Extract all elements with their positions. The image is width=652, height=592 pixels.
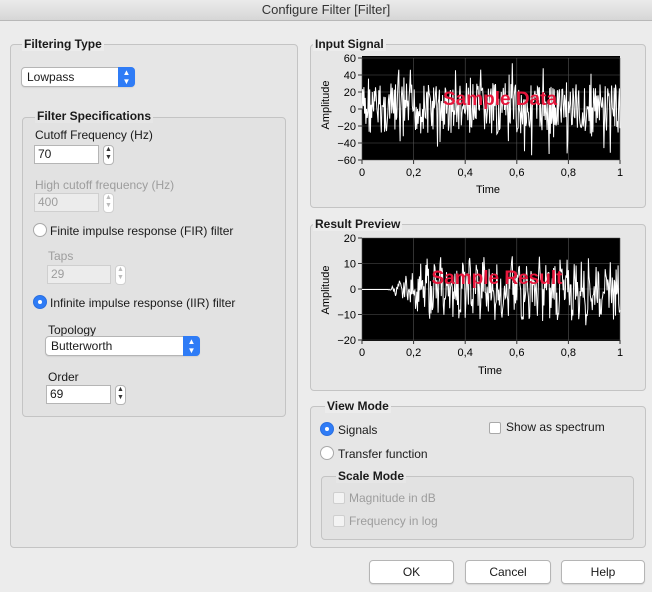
result-ytick-label: 0 [350,284,356,296]
input-xtick-label: 0,4 [458,167,473,179]
magnitude-db-checkbox[interactable] [333,492,345,504]
input-ytick-label: 40 [344,70,356,82]
result-xtick-label: 0,8 [561,347,576,359]
chevron-updown-icon: ▲ ▼ [118,67,135,87]
input-ylabel: Amplitude [320,81,332,130]
help-button[interactable]: Help [561,560,645,584]
input-ytick-label: −40 [337,138,356,150]
cancel-button[interactable]: Cancel [465,560,551,584]
topology-label: Topology [48,323,97,337]
spectrum-checkbox[interactable] [489,422,501,434]
input-signal-label: Input Signal [313,37,386,51]
window-title: Configure Filter [Filter] [0,0,652,21]
signals-label[interactable]: Signals [338,423,377,437]
chevron-updown-icon: ▲ ▼ [183,336,200,356]
result-xtick-label: 0,2 [406,347,421,359]
filter-specs-label: Filter Specifications [35,109,154,123]
result-overlay: Sample Result [432,268,564,289]
result-ytick-label: −10 [337,310,356,322]
order-stepper[interactable]: ▲ ▼ [115,385,126,405]
result-preview-label: Result Preview [313,217,403,231]
signals-radio[interactable] [320,422,334,436]
result-ytick-label: 10 [344,259,356,271]
filtering-type-select[interactable]: Lowpass ▲ ▼ [21,67,135,87]
input-ytick-label: 60 [344,53,356,65]
input-ytick-label: −20 [337,121,356,133]
input-xtick-label: 1 [617,167,623,179]
freq-log-checkbox[interactable] [333,515,345,527]
transfer-radio[interactable] [320,446,334,460]
high-cutoff-stepper[interactable]: ▲ ▼ [103,193,114,213]
scale-mode-label: Scale Mode [336,469,407,483]
input-ytick-label: 0 [350,104,356,116]
transfer-label[interactable]: Transfer function [338,447,428,461]
iir-label[interactable]: Infinite impulse response (IIR) filter [50,296,235,310]
freq-log-label[interactable]: Frequency in log [349,514,438,528]
result-ytick-label: −20 [337,335,356,347]
input-xtick-label: 0,2 [406,167,421,179]
result-preview-chart: 20 10 0 −10 −20 0 0,2 0,4 0,6 0,8 1 Amplitude Tim… [320,233,623,377]
result-xtick-label: 0 [359,347,365,359]
input-overlay: Sample Data [443,89,557,110]
ok-button[interactable]: OK [369,560,454,584]
fir-radio[interactable] [33,223,47,237]
spectrum-label[interactable]: Show as spectrum [506,420,605,434]
order-field[interactable]: 69 [46,385,111,404]
cutoff-stepper[interactable]: ▲ ▼ [103,145,114,165]
filtering-type-value: Lowpass [27,70,75,84]
view-mode-label: View Mode [325,399,391,413]
magnitude-db-label[interactable]: Magnitude in dB [349,491,436,505]
result-xtick-label: 0,6 [509,347,524,359]
fir-label[interactable]: Finite impulse response (FIR) filter [50,224,233,238]
high-cutoff-label: High cutoff frequency (Hz) [35,178,175,192]
taps-label: Taps [48,249,74,263]
input-xtick-label: 0 [359,167,365,179]
taps-field[interactable]: 29 [47,265,111,284]
filtering-type-label: Filtering Type [22,37,104,51]
result-xtick-label: 0,4 [458,347,473,359]
taps-stepper[interactable]: ▲ ▼ [115,265,126,285]
topology-value: Butterworth [51,339,113,353]
topology-select[interactable]: Butterworth ▲ ▼ [45,336,200,356]
cutoff-label: Cutoff Frequency (Hz) [35,128,153,142]
high-cutoff-field[interactable]: 400 [34,193,99,212]
order-label: Order [48,370,79,384]
scale-mode-group [321,476,634,540]
iir-radio[interactable] [33,295,47,309]
input-xtick-label: 0,8 [561,167,576,179]
input-ytick-label: 20 [344,87,356,99]
input-xlabel: Time [476,184,500,196]
result-ytick-label: 20 [344,233,356,245]
result-xlabel: Time [478,365,502,377]
cutoff-field[interactable]: 70 [34,145,99,164]
input-signal-chart: 60 40 20 0 −20 −40 −60 0 0,2 0,4 0,6 0,8 1 Amplitud… [320,53,623,196]
result-ylabel: Amplitude [320,266,332,315]
input-xtick-label: 0,6 [509,167,524,179]
result-xtick-label: 1 [617,347,623,359]
input-ytick-label: −60 [337,155,356,167]
